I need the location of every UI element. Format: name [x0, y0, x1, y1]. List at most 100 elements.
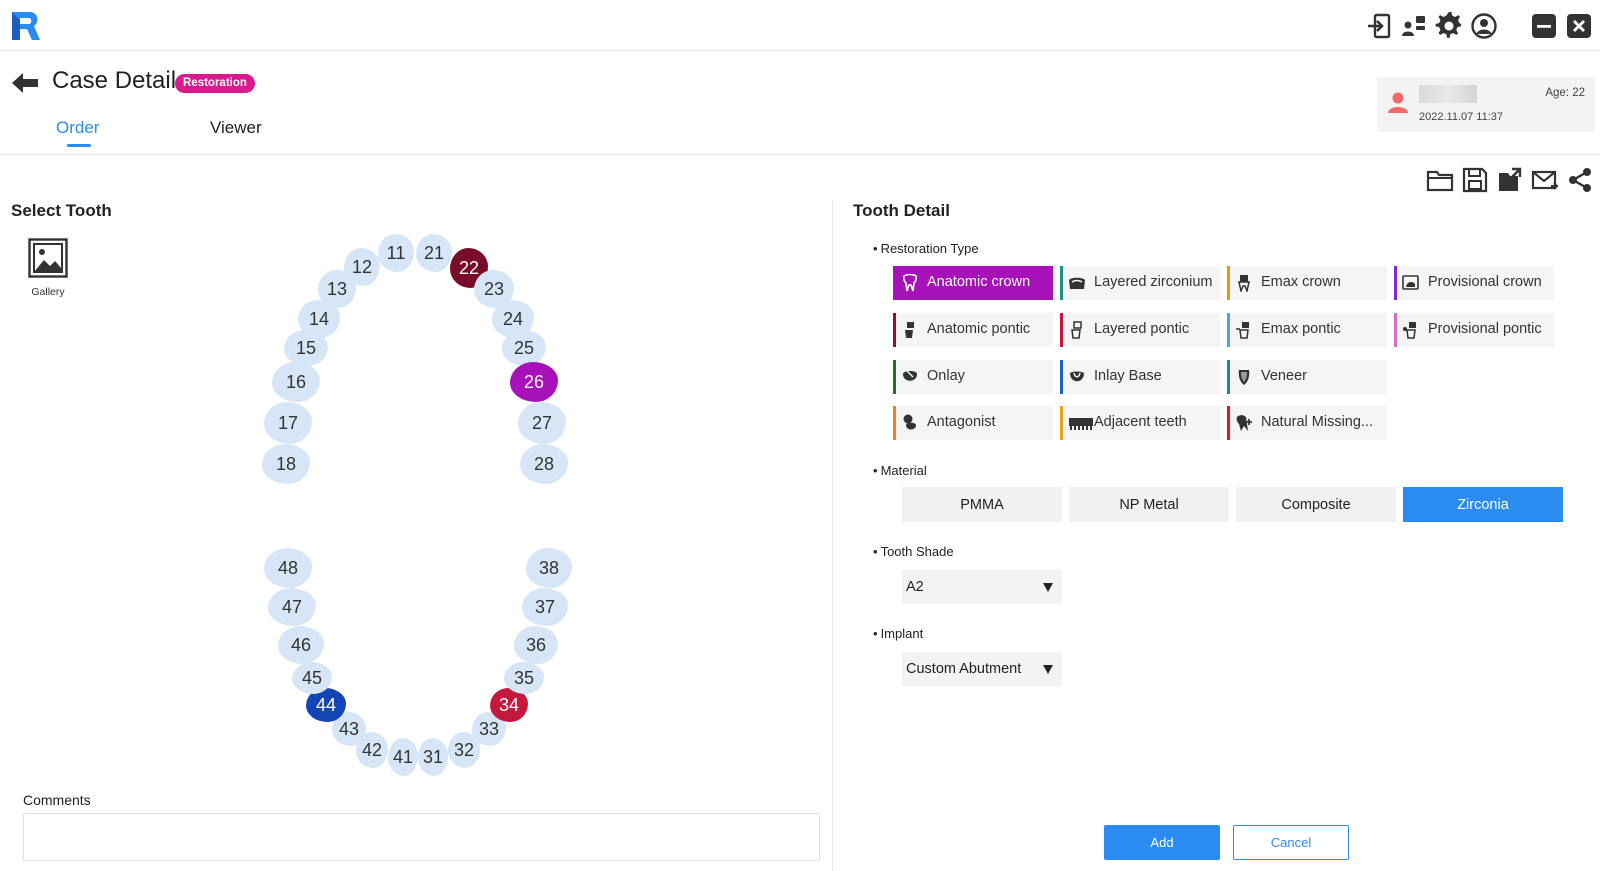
tooth-18[interactable]: 18	[262, 444, 310, 484]
minimize-window-icon[interactable]	[1530, 12, 1558, 40]
accent-bar	[1394, 266, 1397, 300]
patient-age: Age: 22	[1545, 87, 1585, 99]
tooth-16[interactable]: 16	[272, 362, 320, 402]
email-icon[interactable]	[1531, 166, 1559, 194]
add-button[interactable]: Add	[1104, 825, 1220, 860]
tooth-11[interactable]: 11	[378, 234, 414, 272]
comments-input[interactable]	[23, 813, 820, 861]
tooth-shade-label: Tooth Shade	[873, 544, 954, 559]
save-icon[interactable]	[1461, 166, 1489, 194]
restoration-label: Inlay Base	[1094, 368, 1162, 384]
onlay-icon	[903, 370, 917, 381]
tooth-26[interactable]: 26	[510, 362, 558, 402]
app-logo-icon	[10, 10, 42, 42]
tooth-46[interactable]: 46	[278, 626, 324, 664]
restoration-layered-zirconium[interactable]: Layered zirconium	[1060, 266, 1220, 300]
implant-label: Implant	[873, 626, 924, 641]
settings-gear-icon[interactable]	[1435, 11, 1463, 40]
tooth-detail-title: Tooth Detail	[853, 201, 950, 220]
restoration-onlay[interactable]: Onlay	[893, 360, 1053, 394]
header-divider	[0, 154, 1600, 155]
accent-bar	[1227, 360, 1230, 394]
tooth-shade-select[interactable]: A2	[902, 570, 1062, 604]
tooth-21[interactable]: 21	[416, 234, 452, 272]
restoration-emax-crown[interactable]: Emax crown	[1227, 266, 1387, 300]
restoration-label: Adjacent teeth	[1094, 414, 1187, 430]
adjacent-teeth-icon	[1069, 418, 1093, 430]
restoration-label: Onlay	[927, 368, 965, 384]
material-zirconia[interactable]: Zirconia	[1403, 487, 1563, 522]
chevron-down-icon	[1043, 665, 1053, 674]
material-pmma[interactable]: PMMA	[902, 487, 1062, 522]
restoration-layered-pontic[interactable]: Layered pontic	[1060, 313, 1220, 347]
close-window-icon[interactable]	[1565, 12, 1593, 40]
layered-pontic-icon	[1071, 321, 1082, 339]
tooth-28[interactable]: 28	[520, 444, 568, 484]
tooth-41[interactable]: 41	[388, 738, 418, 776]
restoration-antagonist[interactable]: Antagonist	[893, 406, 1053, 440]
tooth-47[interactable]: 47	[268, 588, 316, 626]
tooth-35[interactable]: 35	[504, 662, 544, 694]
tooth-15[interactable]: 15	[284, 330, 328, 366]
import-icon[interactable]	[1365, 12, 1393, 40]
user-account-icon[interactable]	[1470, 12, 1498, 40]
chevron-down-icon	[1043, 583, 1053, 592]
accent-bar	[1227, 313, 1230, 347]
emax-pontic-icon	[1236, 322, 1249, 339]
restoration-label: Veneer	[1261, 368, 1307, 384]
cancel-button[interactable]: Cancel	[1233, 825, 1349, 860]
restoration-label: Emax pontic	[1261, 321, 1341, 337]
open-folder-icon[interactable]	[1426, 166, 1454, 194]
tooth-27[interactable]: 27	[518, 402, 566, 444]
restoration-label: Emax crown	[1261, 274, 1341, 290]
gallery-button[interactable]: Gallery	[26, 238, 70, 298]
accent-bar	[893, 266, 896, 300]
users-connect-icon[interactable]	[1400, 12, 1428, 40]
tooth-36[interactable]: 36	[514, 626, 558, 664]
missing-tooth-icon	[1236, 415, 1252, 431]
accent-bar	[1060, 406, 1063, 440]
restoration-anatomic-pontic[interactable]: Anatomic pontic	[893, 313, 1053, 347]
restoration-veneer[interactable]: Veneer	[1227, 360, 1387, 394]
pontic-icon	[905, 322, 914, 338]
accent-bar	[1060, 313, 1063, 347]
active-tab-indicator	[67, 144, 91, 147]
tooth-17[interactable]: 17	[264, 402, 312, 444]
inlay-icon	[1070, 371, 1084, 382]
restoration-anatomic-crown[interactable]: Anatomic crown	[893, 266, 1053, 300]
accent-bar	[893, 406, 896, 440]
back-arrow-icon[interactable]	[10, 68, 40, 98]
tooth-45[interactable]: 45	[292, 662, 332, 694]
case-date: 2022.11.07 11:37	[1419, 111, 1504, 123]
restoration-label: Provisional crown	[1428, 274, 1542, 290]
tooth-37[interactable]: 37	[522, 588, 568, 626]
restoration-inlay-base[interactable]: Inlay Base	[1060, 360, 1220, 394]
material-np-metal[interactable]: NP Metal	[1069, 487, 1229, 522]
restoration-natural-missing[interactable]: Natural Missing...	[1227, 406, 1387, 440]
restoration-provisional-pontic[interactable]: Provisional pontic	[1394, 313, 1554, 347]
tab-viewer[interactable]: Viewer	[210, 118, 262, 138]
accent-bar	[1060, 360, 1063, 394]
tooth-31[interactable]: 31	[418, 738, 448, 776]
restoration-adjacent-teeth[interactable]: Adjacent teeth	[1060, 406, 1220, 440]
tab-order[interactable]: Order	[56, 118, 99, 138]
implant-value: Custom Abutment	[906, 661, 1022, 677]
tooth-38[interactable]: 38	[526, 548, 572, 588]
case-type-badge: Restoration	[175, 74, 255, 93]
antagonist-icon	[903, 414, 916, 430]
panel-divider	[832, 200, 833, 871]
material-composite[interactable]: Composite	[1236, 487, 1396, 522]
accent-bar	[1060, 266, 1063, 300]
restoration-label: Provisional pontic	[1428, 321, 1542, 337]
emax-crown-icon	[1238, 275, 1250, 292]
implant-select[interactable]: Custom Abutment	[902, 652, 1062, 686]
provisional-crown-icon	[1402, 275, 1419, 290]
restoration-provisional-crown[interactable]: Provisional crown	[1394, 266, 1554, 300]
restoration-emax-pontic[interactable]: Emax pontic	[1227, 313, 1387, 347]
patient-name-redacted	[1419, 85, 1477, 103]
tooth-48[interactable]: 48	[264, 548, 312, 588]
layered-crown-icon	[1069, 277, 1085, 289]
export-files-icon[interactable]	[1496, 166, 1524, 194]
tooth-25[interactable]: 25	[502, 330, 546, 366]
share-icon[interactable]	[1566, 166, 1594, 194]
